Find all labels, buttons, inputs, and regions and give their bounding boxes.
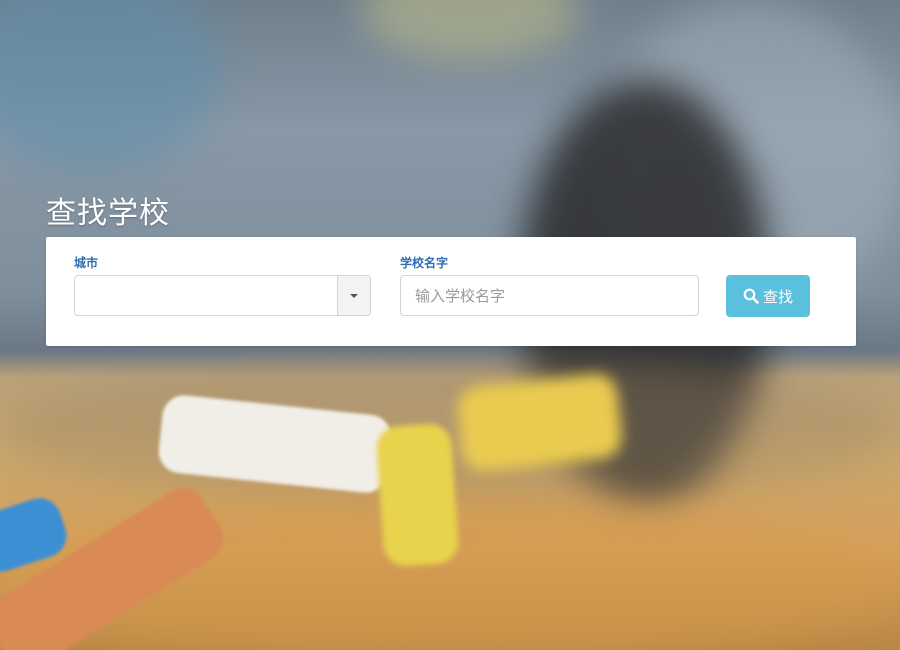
- bg-blur-blue: [0, 0, 220, 170]
- bg-blur-yellow: [360, 0, 580, 60]
- chalk-yellow-back: [455, 371, 625, 474]
- city-select-toggle[interactable]: [337, 276, 370, 315]
- city-select[interactable]: [74, 275, 371, 316]
- search-panel: 城市 学校名字 查找: [46, 237, 856, 346]
- school-name-input[interactable]: [400, 275, 699, 316]
- caret-down-icon: [350, 294, 358, 298]
- search-icon: [743, 288, 759, 304]
- chalk-yellow: [375, 422, 460, 568]
- search-button[interactable]: 查找: [726, 275, 810, 317]
- page-title: 查找学校: [46, 196, 170, 231]
- school-name-label: 学校名字: [400, 256, 449, 270]
- city-label: 城市: [74, 256, 99, 270]
- search-button-label: 查找: [762, 287, 793, 306]
